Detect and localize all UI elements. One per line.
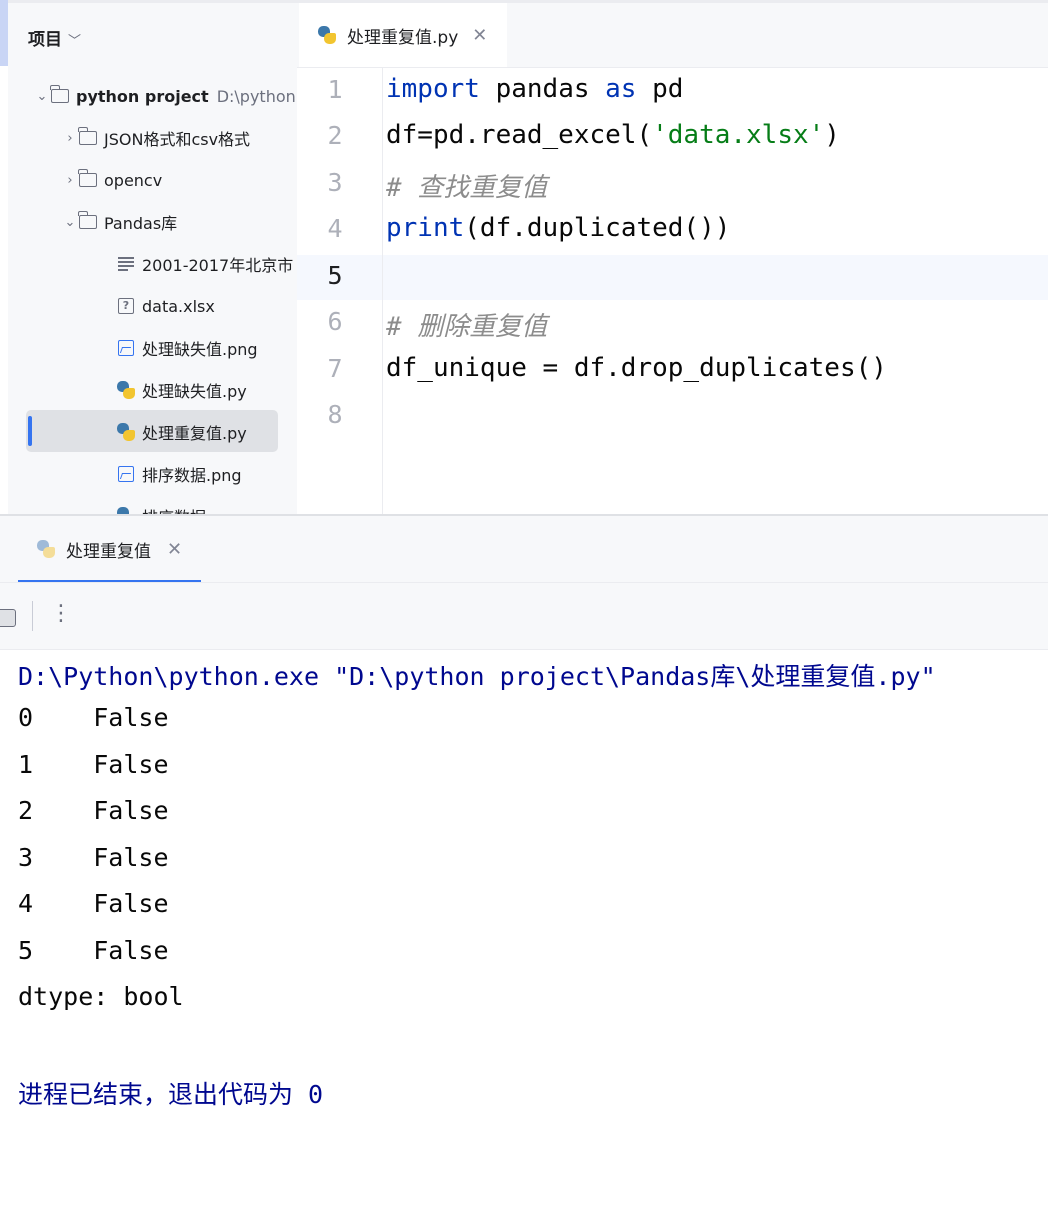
console-output-line: 4 False [18,889,169,918]
image-file-icon [116,339,136,357]
python-file-icon [116,381,136,399]
close-icon[interactable]: ✕ [472,25,487,46]
line-number: 4 [327,214,343,243]
line-number: 2 [327,121,343,150]
folder-icon [78,127,98,147]
tree-item-pandas-folder[interactable]: ⌄ Pandas库 [8,202,297,242]
python-file-icon [116,507,136,514]
close-icon[interactable]: ✕ [167,539,182,560]
python-run-icon [36,539,56,559]
chevron-down-icon[interactable]: ⌄ [62,215,78,230]
python-file-icon [317,25,337,45]
line-number: 5 [327,261,343,290]
unknown-file-icon: ? [116,297,136,315]
run-tab[interactable]: 处理重复值 ✕ [36,516,182,582]
line-number: 7 [327,354,343,383]
text-file-icon [116,255,136,273]
folder-icon [50,85,70,105]
editor-tab[interactable]: 处理重复值.py ✕ [299,3,507,67]
console-command: D:\Python\python.exe "D:\python project\… [18,662,936,691]
stop-icon[interactable] [0,609,16,627]
chevron-down-icon[interactable]: ⌄ [34,89,50,104]
code-line-1: import pandas as pd [386,74,684,104]
tree-item-missing-png[interactable]: 处理缺失值.png [8,328,297,368]
tree-item-sort-py[interactable]: 排序数据.py [8,496,297,514]
console-exit-message: 进程已结束，退出代码为 0 [18,1080,324,1109]
line-number: 1 [327,75,343,104]
run-tab-bar: 处理重复值 ✕ [0,516,1048,582]
console-output-line: 2 False [18,796,169,825]
console-output-line: dtype: bool [18,982,184,1011]
run-toolbar: ⋮ [0,582,1048,650]
console-output-line: 0 False [18,703,169,732]
chevron-right-icon[interactable]: › [62,131,78,146]
chevron-down-icon: ﹀ [68,34,82,49]
tree-item-sort-png[interactable]: 排序数据.png [8,454,297,494]
toolbar-separator [32,601,33,631]
gutter-divider [382,68,383,514]
code-line-2: df=pd.read_excel('data.xlsx') [386,120,840,150]
console-output-line: 1 False [18,750,169,779]
tree-item-missing-py[interactable]: 处理缺失值.py [8,370,297,410]
folder-icon [78,169,98,189]
more-options-icon[interactable]: ⋮ [50,601,72,626]
chevron-right-icon[interactable]: › [62,173,78,188]
tool-window-strip [0,0,8,66]
project-panel: 项目 ﹀ ⌄ python project D:\python › JSON格式和c… [8,3,297,514]
tree-item-opencv-folder[interactable]: › opencv [8,160,297,200]
python-file-icon [116,423,136,441]
project-panel-title[interactable]: 项目 ﹀ [28,25,81,50]
code-line-3: # 查找重复值 [386,173,548,203]
image-file-icon [116,465,136,483]
folder-icon [78,211,98,231]
console-output-line: 3 False [18,843,169,872]
code-line-6: # 删除重复值 [386,312,548,342]
line-number: 3 [327,168,343,197]
console-output-line: 5 False [18,936,169,965]
code-line-7: df_unique = df.drop_duplicates() [386,353,887,383]
tree-item-json-folder[interactable]: › JSON格式和csv格式 [8,118,297,158]
tree-item-text-file[interactable]: 2001-2017年北京市 [8,244,297,284]
tree-item-duplicates-py[interactable]: 处理重复值.py [8,412,297,452]
editor-tab-bar: 处理重复值.py ✕ [297,3,1048,68]
tree-item-data-xlsx[interactable]: ? data.xlsx [8,286,297,326]
code-line-4: print(df.duplicated()) [386,213,731,243]
line-number: 8 [327,400,343,429]
current-line-highlight [297,255,1048,300]
tree-root[interactable]: ⌄ python project D:\python [8,76,297,116]
line-number: 6 [327,307,343,336]
